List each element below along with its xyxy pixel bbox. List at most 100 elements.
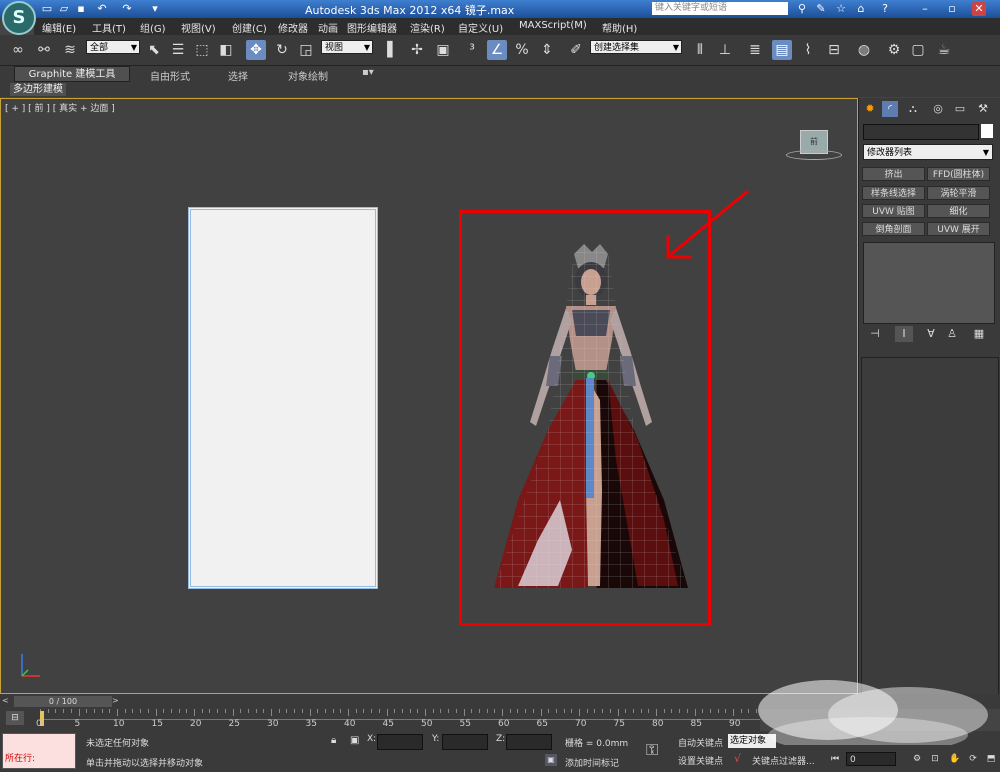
mirror-icon[interactable]: ⫴	[690, 40, 710, 60]
object-name-field[interactable]	[863, 124, 979, 140]
create-panel-icon[interactable]: ✹	[862, 101, 878, 117]
unlink-icon[interactable]: ⚯	[34, 40, 54, 60]
select-object-icon[interactable]: ⬉	[144, 40, 164, 60]
maximize-icon[interactable]: ▫	[945, 2, 959, 16]
angle-snap-icon[interactable]: ∠	[487, 40, 507, 60]
menu-animation[interactable]: 动画	[318, 20, 338, 35]
named-selection-dropdown[interactable]: 创建选择集 ▼	[590, 40, 682, 54]
display-panel-icon[interactable]: ▭	[952, 101, 968, 117]
zoom-extents-icon[interactable]: ⊡	[928, 752, 942, 766]
time-tag-icon[interactable]: ▣	[545, 754, 557, 766]
tab-graphite-modeling[interactable]: Graphite 建模工具	[14, 66, 130, 82]
modifier-uvw-map-button[interactable]: UVW 贴图	[862, 204, 925, 218]
add-time-tag-button[interactable]: 添加时间标记	[565, 756, 619, 769]
menu-group[interactable]: 组(G)	[140, 20, 166, 35]
modifier-stack-view[interactable]	[863, 242, 995, 324]
snaps-toggle-icon[interactable]: ³	[462, 40, 482, 60]
render-production-icon[interactable]: ☕	[934, 40, 954, 60]
select-and-move-icon[interactable]: ✥	[246, 40, 266, 60]
graphite-toggle-icon[interactable]: ▤	[772, 40, 792, 60]
curve-editor-icon[interactable]: ⌇	[798, 40, 818, 60]
key-filters-button[interactable]: 关键点过滤器...	[752, 754, 815, 767]
edit-named-selection-icon[interactable]: ✐	[566, 40, 586, 60]
z-coordinate-field[interactable]	[506, 734, 552, 750]
search-input[interactable]: 键入关键字或短语	[652, 2, 788, 15]
star-icon[interactable]: ☆	[834, 2, 848, 16]
selection-filter-dropdown[interactable]: 全部 ▼	[86, 40, 140, 54]
key-filter-icon[interactable]: √	[734, 752, 741, 765]
percent-snap-icon[interactable]: %	[512, 40, 532, 60]
auto-key-button[interactable]: 自动关键点	[678, 736, 723, 749]
minimize-icon[interactable]: –	[918, 2, 932, 16]
rendered-frame-icon[interactable]: ▢	[908, 40, 928, 60]
ribbon-options-icon[interactable]: ▪▾	[362, 67, 374, 78]
align-icon[interactable]: ⊥	[715, 40, 735, 60]
make-unique-icon[interactable]: ∀	[922, 326, 940, 342]
app-logo-icon[interactable]: S	[2, 1, 36, 35]
menu-create[interactable]: 创建(C)	[232, 20, 267, 35]
hierarchy-panel-icon[interactable]: ⛬	[905, 101, 921, 117]
lock-selection-icon[interactable]: 🔒︎	[331, 735, 336, 746]
menu-graph-editors[interactable]: 图形编辑器	[347, 20, 397, 35]
remove-modifier-icon[interactable]: ♙	[943, 326, 961, 342]
bind-space-warp-icon[interactable]: ≋	[60, 40, 80, 60]
menu-help[interactable]: 帮助(H)	[602, 20, 637, 35]
utilities-panel-icon[interactable]: ⚒	[975, 101, 991, 117]
current-frame-field[interactable]: 0	[846, 752, 896, 766]
polygon-modeling-panel[interactable]: 多边形建模	[10, 83, 66, 96]
modifier-tessellate-button[interactable]: 细化	[927, 204, 990, 218]
material-editor-icon[interactable]: ◍	[854, 40, 874, 60]
communication-icon[interactable]: ⌂	[854, 2, 868, 16]
show-end-result-icon[interactable]: I	[895, 326, 913, 342]
time-slider-thumb[interactable]: 0 / 100	[14, 696, 112, 707]
modifier-list-dropdown[interactable]: 修改器列表 ▼	[863, 144, 993, 160]
spinner-snap-icon[interactable]: ⇕	[537, 40, 557, 60]
character-model[interactable]	[488, 240, 694, 592]
help-icon[interactable]: ?	[878, 2, 892, 16]
maximize-viewport-icon[interactable]: ⬒	[984, 752, 998, 766]
link-icon[interactable]: ∞	[8, 40, 28, 60]
layer-manager-icon[interactable]: ≣	[745, 40, 765, 60]
viewcube-ring[interactable]	[786, 150, 842, 160]
object-color-swatch[interactable]	[981, 124, 993, 138]
orbit-icon[interactable]: ⟳	[966, 752, 980, 766]
binoculars-icon[interactable]: ⚲	[795, 2, 809, 16]
modify-panel-icon[interactable]: ◜	[882, 101, 898, 117]
select-by-name-icon[interactable]: ☰	[168, 40, 188, 60]
menu-modifiers[interactable]: 修改器	[278, 20, 308, 35]
set-key-button[interactable]: 设置关键点	[678, 754, 723, 767]
new-file-icon[interactable]: ▭	[40, 2, 54, 15]
time-configuration-icon[interactable]: ⚙	[910, 752, 924, 766]
mirror-plane-object[interactable]	[188, 207, 378, 589]
time-slider-next-icon[interactable]: >	[112, 696, 122, 707]
menu-tools[interactable]: 工具(T)	[92, 20, 126, 35]
y-coordinate-field[interactable]	[442, 734, 488, 750]
absolute-mode-icon[interactable]: ▣	[350, 735, 359, 746]
tools-icon[interactable]: ✎	[814, 2, 828, 16]
menu-edit[interactable]: 编辑(E)	[42, 20, 76, 35]
schematic-view-icon[interactable]: ⊟	[824, 40, 844, 60]
menu-views[interactable]: 视图(V)	[181, 20, 216, 35]
modifier-unwrap-uvw-button[interactable]: UVW 展开	[927, 222, 990, 236]
save-icon[interactable]: ▪	[74, 2, 88, 15]
modifier-bevel-profile-button[interactable]: 倒角剖面	[862, 222, 925, 236]
undo-icon[interactable]: ↶	[95, 2, 109, 15]
modifier-spline-select-button[interactable]: 样条线选择	[862, 186, 925, 200]
rectangle-selection-icon[interactable]: ⬚	[192, 40, 212, 60]
set-key-icon[interactable]: ⚿	[646, 740, 658, 760]
close-icon[interactable]: ✕	[972, 2, 986, 16]
modifier-turbosmooth-button[interactable]: 涡轮平滑	[927, 186, 990, 200]
go-to-start-icon[interactable]: ⏮	[828, 752, 842, 766]
select-and-scale-icon[interactable]: ◲	[296, 40, 316, 60]
keyboard-shortcut-override-icon[interactable]: ▣	[433, 40, 453, 60]
modifier-ffd-cyl-button[interactable]: FFD(圆柱体)	[927, 167, 990, 181]
pivot-center-icon[interactable]: ▐	[377, 40, 397, 60]
pan-view-icon[interactable]: ✋	[948, 752, 962, 766]
modifier-extrude-button[interactable]: 挤出	[862, 167, 925, 181]
configure-modifier-sets-icon[interactable]: ▦	[970, 326, 988, 342]
x-coordinate-field[interactable]	[377, 734, 423, 750]
pin-stack-icon[interactable]: ⊣	[866, 326, 884, 342]
render-setup-icon[interactable]: ⚙	[884, 40, 904, 60]
redo-icon[interactable]: ↷	[120, 2, 134, 15]
motion-panel-icon[interactable]: ◎	[930, 101, 946, 117]
